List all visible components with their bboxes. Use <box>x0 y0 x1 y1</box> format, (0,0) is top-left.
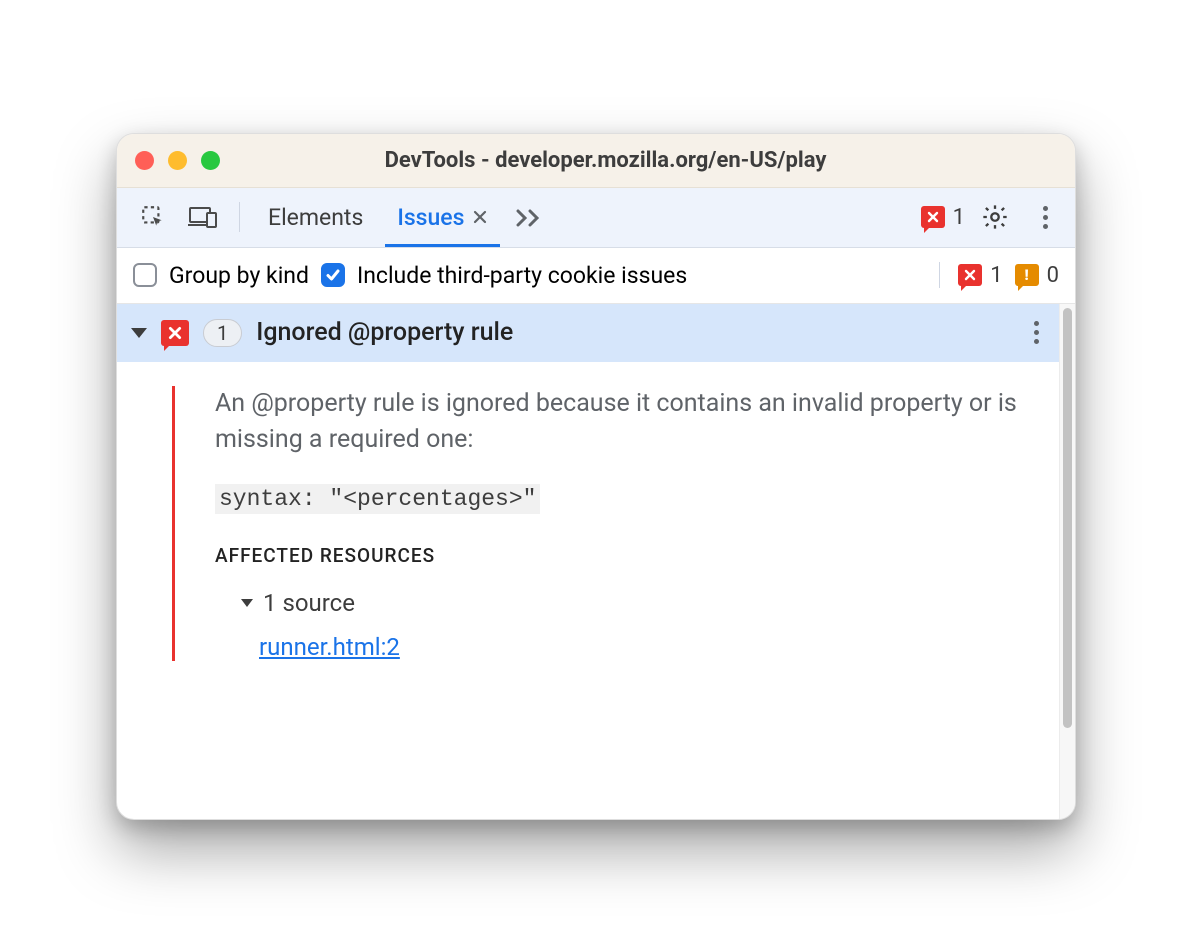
collapse-icon[interactable] <box>131 328 147 338</box>
divider <box>239 202 240 232</box>
filterbar: Group by kind Include third-party cookie… <box>117 248 1075 304</box>
error-icon <box>161 320 189 346</box>
source-row[interactable]: 1 source <box>215 589 1029 617</box>
filter-warning-indicator[interactable]: ! 0 <box>1015 263 1059 288</box>
divider <box>939 262 940 288</box>
source-count: 1 source <box>263 589 355 617</box>
source-link[interactable]: runner.html:2 <box>259 633 400 661</box>
content-area: 1 Ignored @property rule An @property ru… <box>117 304 1075 819</box>
filter-error-indicator[interactable]: 1 <box>958 263 1002 288</box>
filter-error-count: 1 <box>990 263 1002 288</box>
issue-title: Ignored @property rule <box>256 318 1014 347</box>
include-third-party-checkbox[interactable] <box>321 263 345 287</box>
include-third-party-label: Include third-party cookie issues <box>357 262 687 289</box>
tab-label: Issues <box>397 204 464 231</box>
error-icon <box>921 206 945 228</box>
window-controls <box>135 151 220 170</box>
issue-body: An @property rule is ignored because it … <box>117 362 1059 686</box>
issue-code-snippet: syntax: "<percentages>" <box>215 484 540 514</box>
issue-menu-icon[interactable] <box>1028 315 1045 350</box>
collapse-icon[interactable] <box>241 599 253 607</box>
warning-icon: ! <box>1015 264 1039 286</box>
more-tabs-icon[interactable] <box>510 197 550 237</box>
scrollbar[interactable] <box>1059 304 1075 819</box>
devtools-window: DevTools - developer.mozilla.org/en-US/p… <box>116 133 1076 820</box>
scrollbar-thumb[interactable] <box>1063 308 1072 728</box>
group-by-kind-checkbox[interactable] <box>133 263 157 287</box>
issues-list: 1 Ignored @property rule An @property ru… <box>117 304 1059 819</box>
settings-icon[interactable] <box>975 197 1015 237</box>
severity-line <box>172 386 175 662</box>
window-maximize-button[interactable] <box>201 151 220 170</box>
error-indicator[interactable]: 1 <box>921 205 965 230</box>
tabbar: Elements Issues 1 <box>117 188 1075 248</box>
tab-issues[interactable]: Issues <box>385 188 500 247</box>
group-by-kind-label: Group by kind <box>169 262 309 289</box>
error-count: 1 <box>953 205 965 230</box>
window-close-button[interactable] <box>135 151 154 170</box>
tab-elements[interactable]: Elements <box>256 188 375 247</box>
tab-close-icon[interactable] <box>472 204 488 231</box>
inspect-element-icon[interactable] <box>133 197 173 237</box>
tab-label: Elements <box>268 204 363 231</box>
titlebar: DevTools - developer.mozilla.org/en-US/p… <box>117 134 1075 188</box>
error-icon <box>958 264 982 286</box>
more-menu-icon[interactable] <box>1025 197 1065 237</box>
window-title: DevTools - developer.mozilla.org/en-US/p… <box>220 148 991 173</box>
filter-warning-count: 0 <box>1047 263 1059 288</box>
issue-header[interactable]: 1 Ignored @property rule <box>117 304 1059 362</box>
affected-resources-label: AFFECTED RESOURCES <box>215 544 1029 567</box>
issue-count-pill: 1 <box>203 319 242 347</box>
window-minimize-button[interactable] <box>168 151 187 170</box>
issue-description: An @property rule is ignored because it … <box>215 386 1029 459</box>
device-toolbar-icon[interactable] <box>183 197 223 237</box>
